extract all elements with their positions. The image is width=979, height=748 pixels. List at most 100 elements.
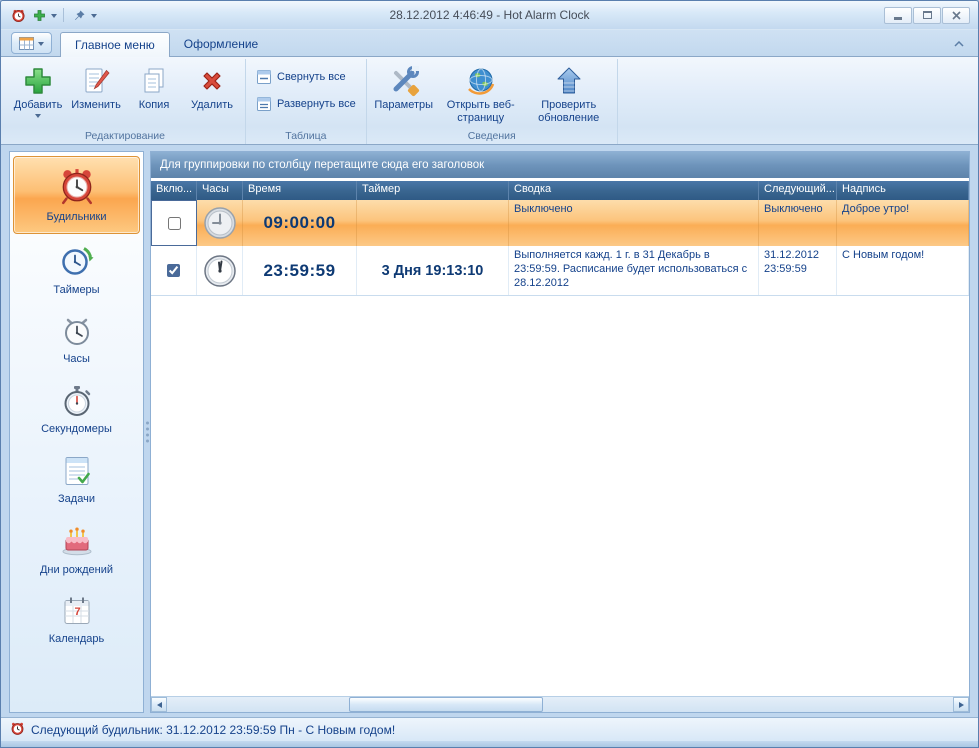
alarm-2-next: 31.12.2012 23:59:59 [759, 246, 837, 295]
chevron-down-icon[interactable] [51, 13, 57, 21]
ribbon-group-table: Свернуть все Развернуть все Таблица [246, 59, 367, 144]
collapse-all-label: Свернуть все [277, 71, 346, 83]
alarm-2-clock-cell [197, 246, 243, 295]
expand-all-icon [257, 97, 271, 111]
alarm-status-icon [10, 721, 25, 739]
column-header-time[interactable]: Время [243, 181, 357, 200]
clock-face-disabled-icon [203, 207, 236, 239]
sidebar-item-stopwatches[interactable]: Секундомеры [13, 376, 140, 444]
scrollbar-track[interactable] [167, 697, 953, 712]
collapse-ribbon-button[interactable] [950, 36, 968, 52]
alarm-row-2[interactable]: 23:59:59 3 Дня 19:13:10 Выполняется кажд… [151, 246, 969, 296]
sidebar-item-tasks[interactable]: Задачи [13, 446, 140, 514]
tab-appearance[interactable]: Оформление [170, 32, 272, 56]
parameters-button[interactable]: Параметры [371, 61, 437, 129]
expand-all-button[interactable]: Развернуть все [256, 96, 356, 112]
copy-button-label: Копия [138, 99, 170, 111]
chevron-down-icon [35, 113, 41, 121]
alarm-1-next: Выключено [759, 200, 837, 246]
alarm-1-time: 09:00:00 [243, 200, 357, 246]
triangle-left-icon [154, 701, 162, 708]
tab-main-menu[interactable]: Главное меню [60, 32, 170, 57]
alarm-2-enabled-checkbox[interactable] [167, 264, 180, 277]
open-web-page-button[interactable]: Открыть веб-страницу [437, 61, 525, 129]
pin-button[interactable] [70, 6, 88, 24]
window-title: 28.12.2012 4:46:49 - Hot Alarm Clock [389, 8, 590, 22]
column-header-clock[interactable]: Часы [197, 181, 243, 200]
close-button[interactable] [942, 6, 970, 24]
stopwatch-icon [61, 385, 93, 420]
sidebar-item-birthdays[interactable]: Дни рождений [13, 516, 140, 584]
column-header-timer[interactable]: Таймер [357, 181, 509, 200]
triangle-right-icon [958, 701, 967, 708]
parameters-label: Параметры [374, 99, 434, 111]
open-web-page-label: Открыть веб-страницу [446, 99, 515, 124]
grid-header: Вклю... Часы Время Таймер Сводка Следующ… [151, 181, 969, 200]
sidebar-item-label: Секундомеры [41, 423, 112, 435]
edit-icon [81, 63, 111, 99]
alarm-row-1[interactable]: 09:00:00 Выключено Выключено Доброе утро… [151, 200, 969, 246]
group-label-info: Сведения [467, 130, 516, 142]
splitter-grip-icon [145, 419, 149, 446]
clock-icon [61, 315, 93, 350]
sidebar-item-alarms[interactable]: Будильники [13, 156, 140, 234]
alarm-1-summary: Выключено [509, 200, 759, 246]
alarm-2-caption: С Новым годом! [837, 246, 969, 295]
sidebar-item-calendar[interactable]: 7 Календарь [13, 586, 140, 654]
grid-empty-area [151, 296, 969, 696]
sidebar-item-label: Будильники [46, 211, 107, 223]
up-arrow-icon [553, 63, 585, 99]
delete-button-label: Удалить [191, 99, 233, 111]
scroll-left-button[interactable] [151, 697, 167, 712]
svg-text:7: 7 [74, 606, 80, 618]
sidebar-item-clocks[interactable]: Часы [13, 306, 140, 374]
delete-button[interactable]: Удалить [183, 61, 241, 129]
column-header-next[interactable]: Следующий... [759, 181, 837, 200]
app-icon [9, 6, 27, 24]
sidebar-item-timers[interactable]: Таймеры [13, 236, 140, 304]
edit-button-label: Изменить [71, 99, 121, 111]
timer-icon [60, 244, 94, 281]
scrollbar-thumb[interactable] [349, 697, 543, 712]
alarm-2-timer: 3 Дня 19:13:10 [357, 246, 509, 295]
add-button[interactable]: Добавить [9, 61, 67, 129]
column-header-summary[interactable]: Сводка [509, 181, 759, 200]
scroll-right-button[interactable] [953, 697, 969, 712]
quick-access-toolbar [9, 6, 97, 24]
edit-button[interactable]: Изменить [67, 61, 125, 129]
sidebar-splitter[interactable] [144, 151, 150, 713]
quick-add-button[interactable] [30, 6, 48, 24]
group-label-table: Таблица [285, 130, 327, 142]
sidebar-item-label: Дни рождений [39, 564, 114, 576]
add-button-label: Добавить [13, 99, 63, 111]
maximize-button[interactable] [913, 6, 941, 24]
column-header-caption[interactable]: Надпись [837, 181, 969, 200]
group-label-editing: Редактирование [85, 130, 165, 142]
alarm-1-caption: Доброе утро! [837, 200, 969, 246]
sidebar-item-label: Часы [63, 353, 90, 365]
check-update-button[interactable]: Проверить обновление [525, 61, 613, 129]
minimize-button[interactable] [884, 6, 912, 24]
hot-alarm-clock-window: 28.12.2012 4:46:49 - Hot Alarm Clock Гла… [0, 0, 979, 748]
copy-button[interactable]: Копия [125, 61, 183, 129]
chevron-down-icon[interactable] [91, 13, 97, 21]
title-bar: 28.12.2012 4:46:49 - Hot Alarm Clock [1, 1, 978, 30]
tasks-icon [62, 455, 92, 490]
window-controls [884, 6, 970, 24]
app-menu-icon [19, 36, 34, 50]
ribbon-tab-row: Главное меню Оформление [1, 30, 978, 57]
column-header-enabled[interactable]: Вклю... [151, 181, 197, 200]
workspace: Будильники Таймеры Часы Секундомеры Зада… [1, 145, 978, 717]
horizontal-scrollbar[interactable] [151, 696, 969, 712]
green-plus-icon [33, 9, 45, 21]
birthday-cake-icon [60, 524, 94, 561]
collapse-all-button[interactable]: Свернуть все [256, 69, 356, 85]
chevron-down-icon [38, 41, 44, 49]
chevron-up-icon [954, 41, 964, 47]
ribbon: Добавить Изменить Копия Удалить Редактир… [1, 57, 978, 145]
alarm-1-enabled-checkbox[interactable] [167, 216, 181, 230]
calendar-icon: 7 [61, 595, 93, 630]
check-update-label: Проверить обновление [538, 99, 600, 124]
group-by-box[interactable]: Для группировки по столбцу перетащите сю… [151, 152, 969, 178]
application-menu-button[interactable] [11, 32, 52, 54]
